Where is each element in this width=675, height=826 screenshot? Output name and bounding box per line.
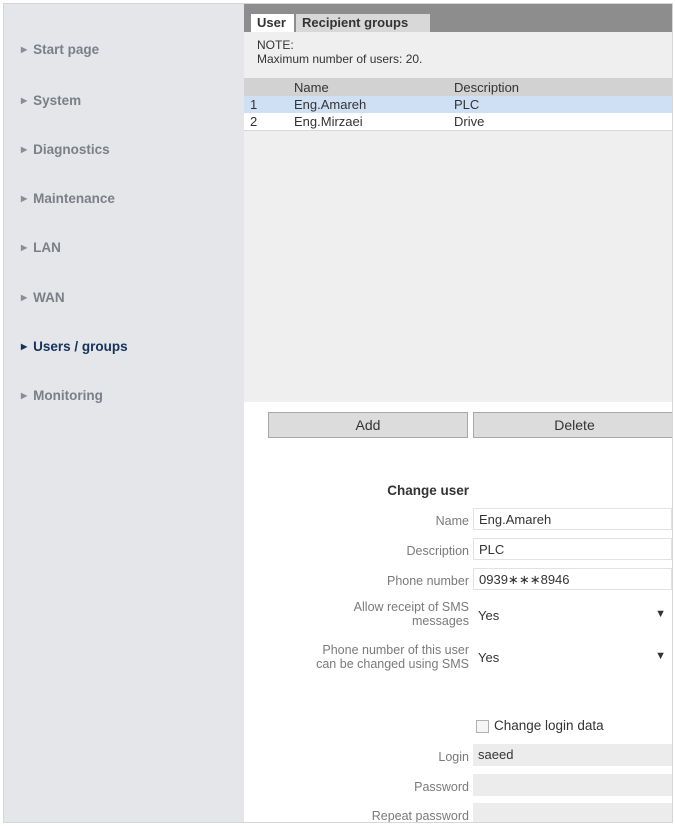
phone-change-sms-value: Yes bbox=[478, 650, 500, 665]
note-text: NOTE: Maximum number of users: 20. bbox=[257, 38, 422, 66]
add-button[interactable]: Add bbox=[268, 412, 468, 438]
note-max-users: Maximum number of users: 20. bbox=[257, 52, 423, 66]
sidebar-item-users-groups[interactable]: ▶ Users / groups bbox=[21, 339, 128, 354]
triangle-right-icon: ▶ bbox=[21, 194, 28, 203]
row-description: PLC bbox=[448, 96, 672, 113]
row-name: Eng.Amareh bbox=[288, 96, 448, 113]
description-label: Description bbox=[406, 544, 469, 558]
triangle-right-icon: ▶ bbox=[21, 45, 28, 54]
table-row[interactable]: 1 Eng.Amareh PLC bbox=[244, 96, 672, 113]
name-label: Name bbox=[435, 514, 469, 528]
phone-change-sms-label-line1: Phone number of this user bbox=[322, 643, 469, 657]
sidebar-item-monitoring[interactable]: ▶ Monitoring bbox=[21, 388, 103, 403]
login-label: Login bbox=[438, 750, 469, 764]
triangle-right-icon: ▶ bbox=[21, 243, 28, 252]
phone-number-label: Phone number bbox=[386, 574, 469, 588]
sidebar-item-lan[interactable]: ▶ LAN bbox=[21, 240, 61, 255]
users-table: Name Description 1 Eng.Amareh PLC 2 Eng.… bbox=[244, 78, 672, 131]
description-field[interactable]: PLC bbox=[473, 538, 672, 560]
login-field[interactable]: saeed bbox=[473, 744, 672, 766]
allow-sms-label-line1: Allow receipt of SMS bbox=[353, 600, 469, 614]
phone-change-sms-select[interactable]: Yes ▼ bbox=[473, 647, 672, 671]
row-description: Drive bbox=[448, 113, 672, 131]
sidebar-item-label: System bbox=[33, 93, 82, 108]
sidebar-item-start-page[interactable]: ▶ Start page bbox=[21, 42, 99, 57]
repeat-password-field[interactable] bbox=[473, 803, 672, 822]
repeat-password-label: Repeat password bbox=[371, 809, 469, 823]
sidebar-item-label: LAN bbox=[33, 240, 61, 255]
sidebar-item-system[interactable]: ▶ System bbox=[21, 93, 81, 108]
triangle-right-icon: ▶ bbox=[21, 342, 28, 351]
triangle-down-icon: ▼ bbox=[655, 650, 666, 662]
sidebar-item-label: Users / groups bbox=[33, 339, 128, 354]
sidebar-item-label: WAN bbox=[33, 290, 65, 305]
phone-change-sms-label-line2: can be changed using SMS bbox=[316, 657, 469, 671]
sidebar-item-label: Monitoring bbox=[33, 388, 103, 403]
triangle-right-icon: ▶ bbox=[21, 293, 28, 302]
name-field[interactable]: Eng.Amareh bbox=[473, 508, 672, 530]
allow-sms-label-line2: messages bbox=[412, 614, 469, 628]
main-panel: User Recipient groups NOTE: Maximum numb… bbox=[244, 4, 672, 822]
sidebar-item-maintenance[interactable]: ▶ Maintenance bbox=[21, 191, 115, 206]
tab-recipient-groups[interactable]: Recipient groups bbox=[296, 14, 430, 32]
allow-sms-label: Allow receipt of SMS messages bbox=[244, 600, 469, 628]
row-index: 1 bbox=[244, 96, 288, 113]
change-user-title: Change user bbox=[387, 483, 469, 498]
triangle-right-icon: ▶ bbox=[21, 391, 28, 400]
allow-sms-value: Yes bbox=[478, 608, 500, 623]
triangle-right-icon: ▶ bbox=[21, 145, 28, 154]
column-header-index bbox=[244, 78, 288, 96]
sidebar-item-diagnostics[interactable]: ▶ Diagnostics bbox=[21, 142, 110, 157]
phone-change-sms-label: Phone number of this user can be changed… bbox=[244, 643, 469, 671]
row-name: Eng.Mirzaei bbox=[288, 113, 448, 131]
change-login-data-label[interactable]: Change login data bbox=[494, 718, 604, 733]
sidebar: ▶ Start page ▶ System ▶ Diagnostics ▶ Ma… bbox=[4, 4, 244, 822]
allow-sms-select[interactable]: Yes ▼ bbox=[473, 605, 672, 629]
sidebar-item-wan[interactable]: ▶ WAN bbox=[21, 290, 65, 305]
tab-bar: User Recipient groups bbox=[244, 4, 672, 32]
column-header-name: Name bbox=[288, 78, 448, 96]
row-index: 2 bbox=[244, 113, 288, 131]
delete-button[interactable]: Delete bbox=[473, 412, 672, 438]
app-frame: ▶ Start page ▶ System ▶ Diagnostics ▶ Ma… bbox=[3, 3, 673, 823]
triangle-right-icon: ▶ bbox=[21, 96, 28, 105]
triangle-down-icon: ▼ bbox=[655, 608, 666, 620]
sidebar-item-label: Diagnostics bbox=[33, 142, 110, 157]
table-row[interactable]: 2 Eng.Mirzaei Drive bbox=[244, 113, 672, 131]
password-field[interactable] bbox=[473, 774, 672, 796]
phone-number-field[interactable]: 0939∗∗∗8946 bbox=[473, 568, 672, 590]
column-header-description: Description bbox=[448, 78, 672, 96]
sidebar-item-label: Maintenance bbox=[33, 191, 115, 206]
note-heading: NOTE: bbox=[257, 38, 294, 52]
tab-user[interactable]: User bbox=[251, 14, 294, 32]
change-login-data-checkbox[interactable] bbox=[476, 720, 489, 733]
password-label: Password bbox=[414, 780, 469, 794]
table-header-row: Name Description bbox=[244, 78, 672, 96]
sidebar-item-label: Start page bbox=[33, 42, 100, 57]
